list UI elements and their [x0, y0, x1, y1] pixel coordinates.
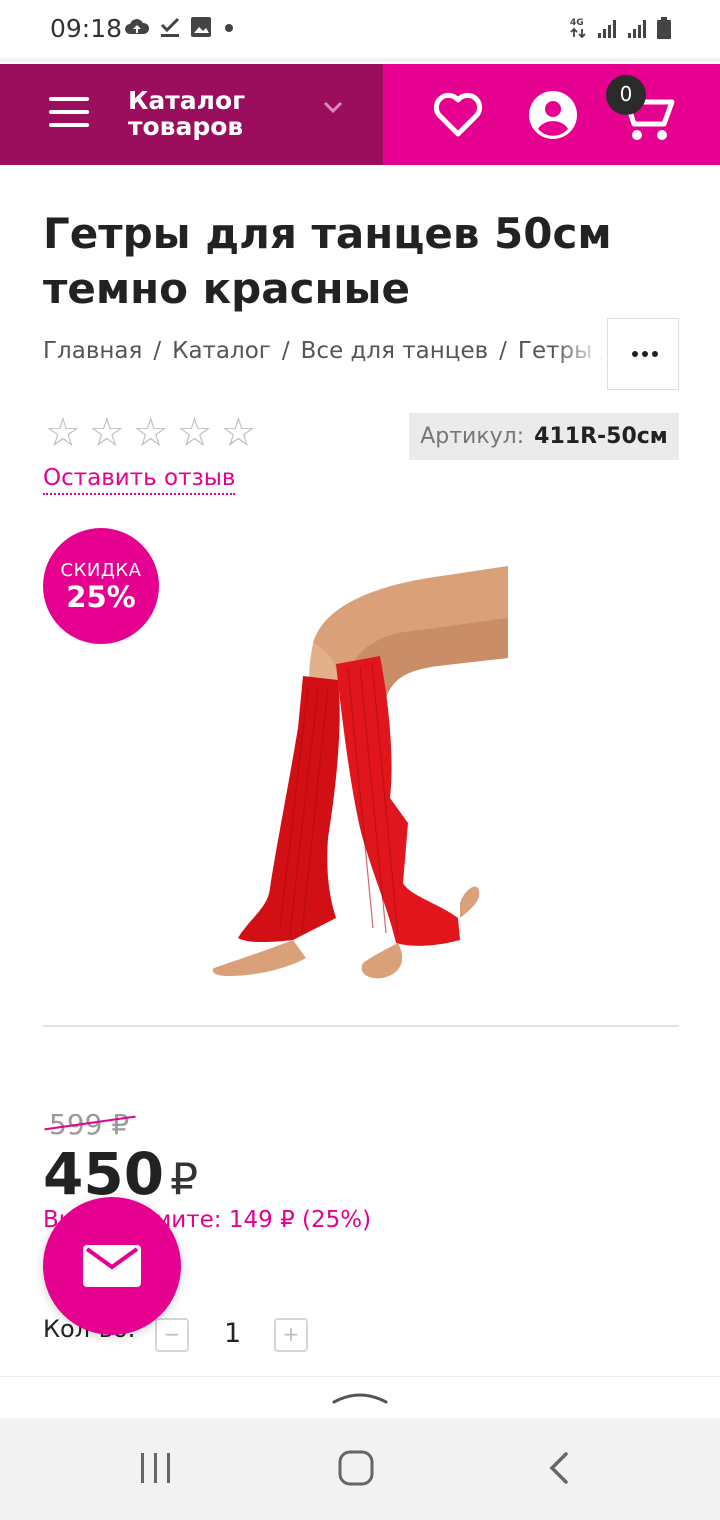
network-4g-icon: 4G — [570, 18, 586, 39]
star-icon[interactable]: ☆ — [45, 413, 81, 453]
site-header: Каталог товаров 0 — [0, 64, 720, 165]
chevron-down-icon — [323, 101, 343, 114]
recent-apps-icon[interactable] — [140, 1451, 172, 1485]
product-image[interactable] — [198, 548, 516, 996]
signal-icon — [628, 20, 646, 38]
breadcrumb-separator: / — [499, 338, 507, 364]
status-icons-right: 4G — [570, 16, 672, 40]
catalog-menu-button[interactable]: Каталог товаров — [0, 64, 383, 165]
signal-icon — [598, 20, 616, 38]
back-icon[interactable] — [546, 1451, 572, 1485]
download-done-icon — [160, 17, 180, 37]
quantity-value[interactable]: 1 — [224, 1318, 241, 1349]
cart-count-badge: 0 — [606, 75, 646, 115]
breadcrumb-dance[interactable]: Все для танцев — [301, 338, 489, 364]
image-icon — [191, 17, 211, 37]
breadcrumb-fade — [553, 334, 605, 376]
status-icons-left — [124, 16, 236, 38]
header-actions: 0 — [383, 64, 720, 165]
sku-value: 411R-50см — [534, 424, 668, 449]
discount-label: СКИДКА — [60, 560, 142, 581]
chevron-up-icon[interactable] — [331, 1386, 389, 1406]
breadcrumb-home[interactable]: Главная — [43, 338, 142, 364]
old-price: 599 ₽ — [49, 1108, 130, 1141]
more-dots-icon — [632, 351, 658, 357]
status-time: 09:18 — [50, 14, 123, 43]
dot-icon — [225, 24, 233, 32]
catalog-label: Каталог товаров — [128, 86, 246, 141]
star-icon[interactable]: ☆ — [89, 413, 125, 453]
battery-icon — [657, 17, 671, 39]
status-bar: 09:18 4G — [0, 0, 720, 62]
breadcrumb: Главная/Каталог/Все для танцев/Гетры д — [43, 338, 603, 374]
heart-icon[interactable] — [432, 90, 484, 138]
mail-fab-button[interactable] — [43, 1197, 181, 1335]
hamburger-icon — [49, 97, 91, 129]
home-icon[interactable] — [337, 1449, 375, 1487]
account-icon[interactable] — [528, 90, 578, 140]
discount-value: 25% — [66, 580, 136, 614]
discount-badge: СКИДКА 25% — [43, 528, 159, 644]
status-divider — [0, 58, 720, 62]
breadcrumb-separator: / — [153, 338, 162, 364]
leave-review-link[interactable]: Оставить отзыв — [43, 463, 236, 495]
star-icon[interactable]: ☆ — [220, 413, 256, 453]
star-icon[interactable]: ☆ — [133, 413, 169, 453]
star-icon[interactable]: ☆ — [177, 413, 213, 453]
quantity-decrease-button[interactable]: − — [155, 1318, 189, 1352]
section-divider — [43, 1025, 679, 1027]
svg-text:4G: 4G — [570, 18, 584, 28]
mail-icon — [83, 1245, 141, 1287]
breadcrumb-separator: / — [281, 338, 290, 364]
breadcrumb-catalog[interactable]: Каталог — [172, 338, 271, 364]
currency-symbol: ₽ — [170, 1154, 199, 1205]
breadcrumb-more-button[interactable] — [607, 318, 679, 390]
sku-box: Артикул: 411R-50см — [409, 413, 679, 460]
product-title: Гетры для танцев 50см темно красные — [43, 209, 612, 313]
quantity-increase-button[interactable]: + — [274, 1318, 308, 1352]
sku-label: Артикул: — [420, 424, 525, 449]
rating-stars[interactable]: ☆ ☆ ☆ ☆ ☆ — [45, 413, 256, 453]
cloud-upload-icon — [125, 19, 150, 34]
